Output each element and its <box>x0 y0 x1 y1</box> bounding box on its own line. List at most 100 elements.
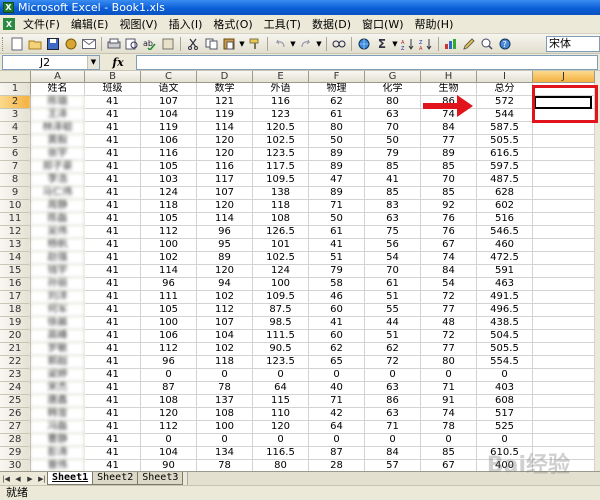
table-cell[interactable]: 123.5 <box>253 148 309 161</box>
table-cell[interactable]: 0 <box>365 369 421 382</box>
table-cell[interactable]: 89 <box>421 148 477 161</box>
column-header-d[interactable]: D <box>197 71 253 83</box>
table-cell[interactable]: 赵强 <box>31 252 85 265</box>
table-cell[interactable]: 51 <box>309 252 365 265</box>
table-cell[interactable]: 罗敏 <box>31 343 85 356</box>
table-cell[interactable]: 102 <box>141 252 197 265</box>
email-icon[interactable] <box>81 36 97 52</box>
table-cell[interactable]: 472.5 <box>477 252 533 265</box>
table-cell[interactable]: 104 <box>141 109 197 122</box>
table-cell[interactable]: 120 <box>197 148 253 161</box>
table-cell[interactable]: 85 <box>365 187 421 200</box>
table-cell[interactable]: 108 <box>141 395 197 408</box>
tab-sheet2[interactable]: Sheet2 <box>92 472 139 485</box>
workbook-icon[interactable]: X <box>3 18 15 30</box>
table-cell[interactable]: 118 <box>253 200 309 213</box>
table-cell[interactable]: 79 <box>365 148 421 161</box>
table-cell[interactable]: 91 <box>421 395 477 408</box>
table-cell[interactable]: 0 <box>365 434 421 447</box>
table-cell[interactable]: 102.5 <box>253 135 309 148</box>
table-cell[interactable]: 61 <box>309 109 365 122</box>
table-cell[interactable]: 105 <box>141 161 197 174</box>
table-cell[interactable]: 41 <box>85 213 141 226</box>
table-cell[interactable] <box>533 213 595 226</box>
table-cell[interactable]: 41 <box>85 395 141 408</box>
table-cell[interactable]: 0 <box>421 434 477 447</box>
table-cell[interactable]: 54 <box>365 252 421 265</box>
menu-insert[interactable]: 插入(I) <box>164 16 209 33</box>
table-cell[interactable]: 114 <box>197 213 253 226</box>
table-cell[interactable] <box>533 434 595 447</box>
table-cell[interactable] <box>533 330 595 343</box>
table-cell[interactable]: 79 <box>309 265 365 278</box>
table-cell[interactable]: 71 <box>365 421 421 434</box>
table-cell[interactable]: 95 <box>197 239 253 252</box>
table-cell[interactable]: 112 <box>141 421 197 434</box>
table-cell[interactable]: 郑子豪 <box>31 161 85 174</box>
table-cell[interactable]: 111.5 <box>253 330 309 343</box>
table-cell[interactable]: 84 <box>421 265 477 278</box>
table-cell[interactable]: 597.5 <box>477 161 533 174</box>
row-header[interactable]: 18 <box>0 304 31 317</box>
table-cell[interactable] <box>533 369 595 382</box>
table-cell[interactable]: 曹静 <box>31 434 85 447</box>
table-cell[interactable]: 41 <box>85 174 141 187</box>
autosum-icon[interactable]: Σ <box>374 36 390 52</box>
table-cell[interactable]: 41 <box>85 148 141 161</box>
table-cell[interactable]: 高峰 <box>31 330 85 343</box>
table-cell[interactable]: 89 <box>309 148 365 161</box>
research-icon[interactable] <box>160 36 176 52</box>
table-cell[interactable]: 109.5 <box>253 291 309 304</box>
row-header[interactable]: 24 <box>0 382 31 395</box>
table-cell[interactable]: 403 <box>477 382 533 395</box>
table-cell[interactable] <box>533 304 595 317</box>
table-cell[interactable]: 628 <box>477 187 533 200</box>
table-cell[interactable]: 60 <box>309 304 365 317</box>
chevron-down-icon[interactable]: ▼ <box>87 55 99 69</box>
table-cell[interactable]: 75 <box>365 226 421 239</box>
sort-ascending-icon[interactable]: AZ <box>400 36 416 52</box>
table-cell[interactable]: 41 <box>85 343 141 356</box>
menu-view[interactable]: 视图(V) <box>114 16 163 33</box>
table-cell[interactable]: 41 <box>365 174 421 187</box>
table-cell[interactable]: 0 <box>477 434 533 447</box>
table-cell[interactable]: 117.5 <box>253 161 309 174</box>
row-header[interactable]: 8 <box>0 174 31 187</box>
table-cell[interactable]: 83 <box>365 200 421 213</box>
table-cell[interactable]: 78 <box>421 421 477 434</box>
row-header[interactable]: 14 <box>0 252 31 265</box>
table-cell[interactable]: 41 <box>85 122 141 135</box>
table-cell[interactable]: 119 <box>197 109 253 122</box>
save-icon[interactable] <box>45 36 61 52</box>
table-cell[interactable]: 48 <box>421 317 477 330</box>
table-cell[interactable]: 137 <box>197 395 253 408</box>
paste-dropdown-icon[interactable]: ▼ <box>238 40 246 48</box>
font-name-field[interactable]: 宋体 <box>546 36 600 52</box>
permission-icon[interactable] <box>63 36 79 52</box>
chart-wizard-icon[interactable] <box>443 36 459 52</box>
table-cell[interactable]: 80 <box>309 122 365 135</box>
table-cell[interactable]: 41 <box>85 135 141 148</box>
table-cell[interactable]: 544 <box>477 109 533 122</box>
table-cell[interactable]: 64 <box>309 421 365 434</box>
row-header[interactable]: 15 <box>0 265 31 278</box>
toolbar-grip[interactable] <box>2 36 5 51</box>
table-cell[interactable]: 107 <box>197 317 253 330</box>
table-cell[interactable]: 0 <box>253 369 309 382</box>
table-cell[interactable]: 李浩 <box>31 174 85 187</box>
table-cell[interactable]: 525 <box>477 421 533 434</box>
table-cell[interactable]: 516 <box>477 213 533 226</box>
table-cell[interactable]: 89 <box>309 187 365 200</box>
insert-function-icon[interactable]: fx <box>100 56 136 69</box>
table-cell[interactable]: 41 <box>85 239 141 252</box>
header-cell[interactable]: 班级 <box>85 83 141 96</box>
table-cell[interactable]: 112 <box>197 304 253 317</box>
table-cell[interactable]: 126.5 <box>253 226 309 239</box>
table-cell[interactable]: 554.5 <box>477 356 533 369</box>
table-cell[interactable]: 460 <box>477 239 533 252</box>
table-cell[interactable]: 梁婷 <box>31 369 85 382</box>
web-icon[interactable] <box>356 36 372 52</box>
table-cell[interactable]: 120.5 <box>253 122 309 135</box>
table-cell[interactable]: 刘洋 <box>31 291 85 304</box>
table-cell[interactable]: 唐鑫 <box>31 395 85 408</box>
